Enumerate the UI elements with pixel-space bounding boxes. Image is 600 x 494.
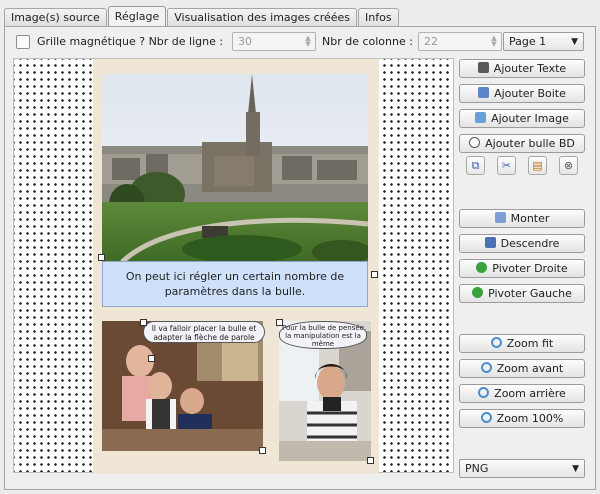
layout-canvas[interactable]: On peut ici régler un certain nombre de … [13, 58, 454, 474]
copy-icon: ⧉ [471, 159, 480, 172]
box-icon [478, 87, 490, 98]
cathedral-image [102, 74, 368, 262]
chevron-down-icon: ▼ [572, 464, 579, 474]
cathedral-photo[interactable] [102, 74, 368, 262]
zoom-fit-button[interactable]: Zoom fit [459, 334, 585, 353]
zoom-icon [480, 412, 492, 423]
spin-arrows-icon[interactable]: ▲ ▼ [304, 35, 312, 48]
add-image-label: Ajouter Image [491, 112, 569, 125]
resize-handle[interactable] [259, 447, 266, 454]
raise-icon [494, 212, 506, 223]
rotate-left-icon [472, 287, 484, 298]
zoom-fit-label: Zoom fit [506, 337, 554, 350]
settings-pane: Grille magnétique ? Nbr de ligne : 30 ▲ ▼… [4, 26, 596, 490]
tab-visualisation[interactable]: Visualisation des images créées [167, 8, 358, 27]
add-bubble-label: Ajouter bulle BD [485, 137, 575, 150]
tab-reglage[interactable]: Réglage [107, 6, 167, 27]
resize-handle[interactable] [371, 271, 378, 278]
cols-value: 22 [424, 35, 438, 48]
cols-label: Nbr de colonne : [322, 35, 413, 48]
page-select[interactable]: Page 1 ▼ [503, 32, 584, 51]
resize-handle[interactable] [367, 457, 374, 464]
chevron-down-icon: ▼ [571, 37, 578, 47]
comic-page[interactable]: On peut ici régler un certain nombre de … [93, 59, 379, 474]
cols-spinbox[interactable]: 22 ▲ ▼ [418, 32, 502, 51]
raise-button[interactable]: Monter [459, 209, 585, 228]
grid-label: Grille magnétique ? Nbr de ligne : [37, 35, 224, 48]
cut-icon: ✂ [501, 159, 512, 172]
rotate-left-label: Pivoter Gauche [488, 287, 572, 300]
text-icon [477, 62, 489, 73]
add-text-button[interactable]: Ajouter Texte [459, 59, 585, 78]
add-box-label: Ajouter Boite [494, 87, 566, 100]
add-box-button[interactable]: Ajouter Boite [459, 84, 585, 103]
zoom-in-button[interactable]: Zoom avant [459, 359, 585, 378]
tab-infos[interactable]: Infos [358, 8, 399, 27]
rotate-right-button[interactable]: Pivoter Droite [459, 259, 585, 278]
zoom-icon [490, 337, 502, 348]
resize-handle[interactable] [98, 254, 105, 261]
image-icon [475, 112, 487, 123]
zoom-out-label: Zoom arrière [494, 387, 566, 400]
zoom-in-label: Zoom avant [496, 362, 564, 375]
lower-icon [484, 237, 496, 248]
thought-bubble-text: Pour la bulle de pensée la manipulation … [282, 324, 364, 348]
cut-button[interactable]: ✂ [497, 156, 516, 175]
zoom-out-button[interactable]: Zoom arrière [459, 384, 585, 403]
tab-bar: Image(s) source Réglage Visualisation de… [4, 6, 400, 27]
page-select-value: Page 1 [509, 35, 547, 48]
grid-toolbar: Grille magnétique ? Nbr de ligne : 30 ▲ ▼… [13, 31, 589, 53]
lower-button[interactable]: Descendre [459, 234, 585, 253]
spin-arrows-icon[interactable]: ▲ ▼ [490, 35, 498, 48]
rows-spinbox[interactable]: 30 ▲ ▼ [232, 32, 316, 51]
caption-box[interactable]: On peut ici régler un certain nombre de … [102, 261, 368, 307]
format-select-value: PNG [465, 462, 489, 475]
format-select[interactable]: PNG ▼ [459, 459, 585, 478]
delete-button[interactable]: ⊗ [559, 156, 578, 175]
speech-bubble-text: Il va falloir placer la bulle et adapter… [151, 324, 257, 342]
copy-button[interactable]: ⧉ [466, 156, 485, 175]
resize-handle[interactable] [148, 355, 155, 362]
app-window: Image(s) source Réglage Visualisation de… [0, 0, 600, 494]
add-bubble-button[interactable]: Ajouter bulle BD [459, 134, 585, 153]
thought-bubble[interactable]: Pour la bulle de pensée la manipulation … [279, 321, 367, 349]
delete-icon: ⊗ [563, 159, 574, 172]
magnetic-grid-checkbox[interactable] [16, 35, 30, 49]
add-text-label: Ajouter Texte [493, 62, 567, 75]
rotate-right-label: Pivoter Droite [492, 262, 568, 275]
lower-label: Descendre [500, 237, 560, 250]
zoom-100-button[interactable]: Zoom 100% [459, 409, 585, 428]
zoom-icon [478, 387, 490, 398]
caption-text: On peut ici régler un certain nombre de … [125, 270, 345, 298]
rotate-left-button[interactable]: Pivoter Gauche [459, 284, 585, 303]
paste-icon: ▤ [532, 159, 543, 172]
rotate-right-icon [476, 262, 488, 273]
zoom-icon [480, 362, 492, 373]
zoom-100-label: Zoom 100% [496, 412, 564, 425]
rows-value: 30 [238, 35, 252, 48]
paste-button[interactable]: ▤ [528, 156, 547, 175]
add-image-button[interactable]: Ajouter Image [459, 109, 585, 128]
resize-handle[interactable] [276, 319, 283, 326]
speech-bubble[interactable]: Il va falloir placer la bulle et adapter… [143, 321, 265, 343]
resize-handle[interactable] [140, 319, 147, 326]
bubble-icon [469, 137, 481, 148]
tab-image-source[interactable]: Image(s) source [4, 8, 107, 27]
raise-label: Monter [510, 212, 550, 225]
